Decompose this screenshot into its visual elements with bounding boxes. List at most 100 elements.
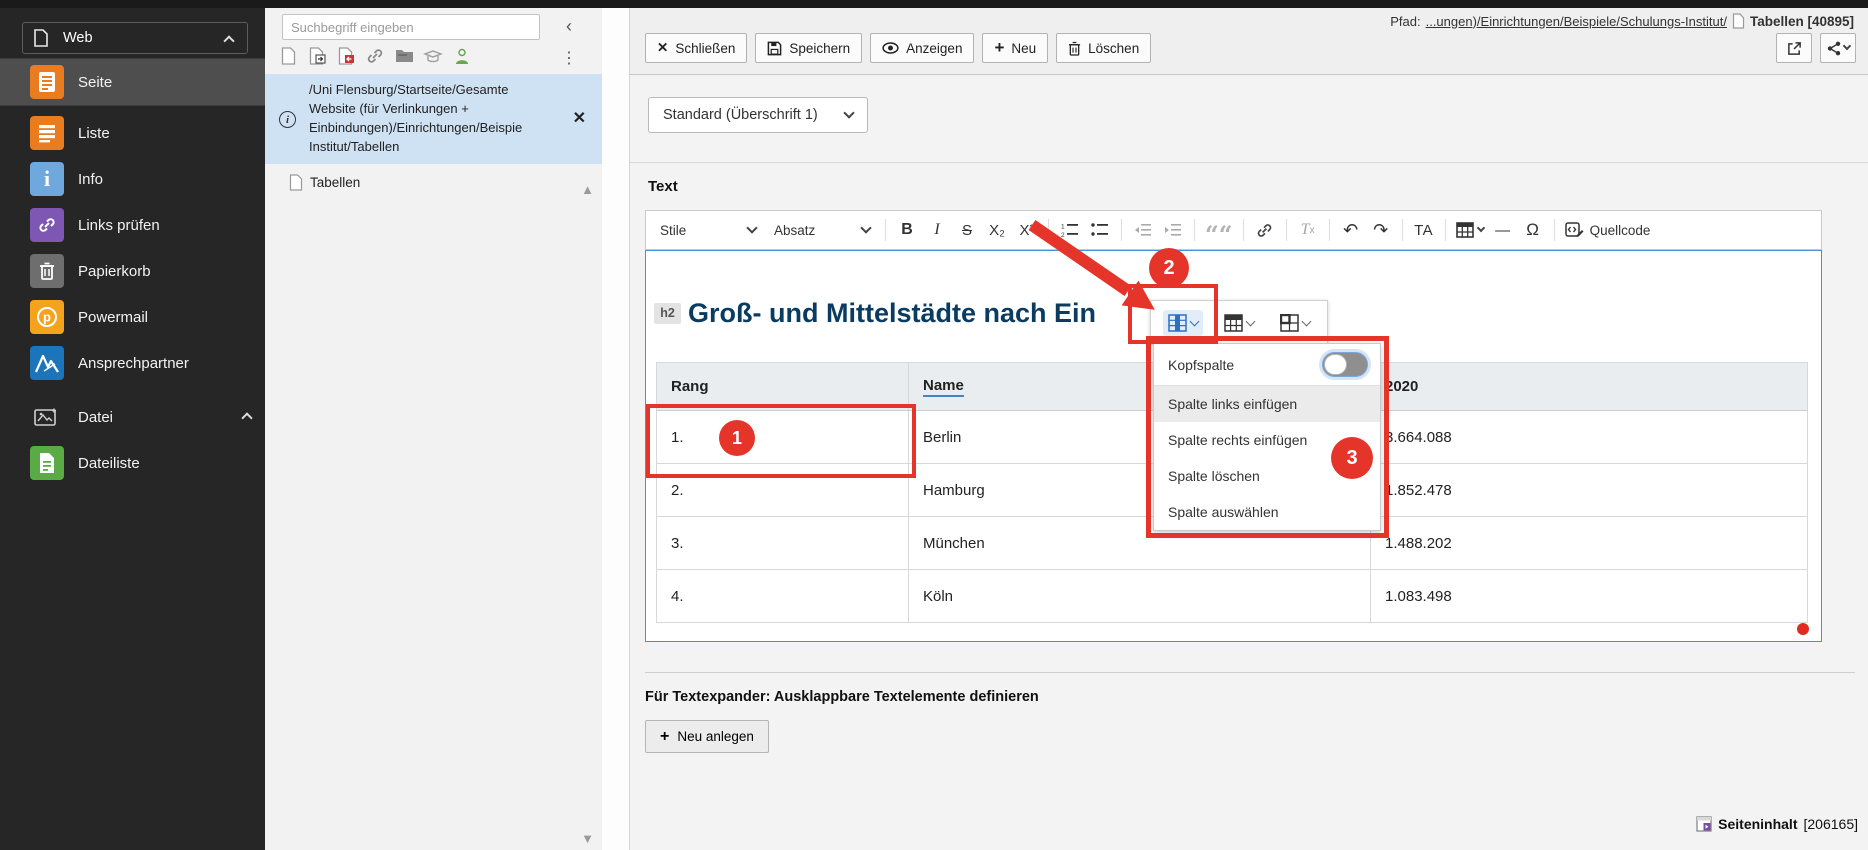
share-button[interactable] xyxy=(1820,33,1856,63)
menu-item-delete-column[interactable]: Spalte löschen xyxy=(1154,458,1380,494)
panel-splitter[interactable] xyxy=(602,8,630,850)
special-char-button[interactable]: Ω xyxy=(1519,216,1547,244)
section-divider xyxy=(645,672,1855,673)
page-tree-panel: ‹ ⋮ i xyxy=(265,8,602,850)
new-page-icon[interactable] xyxy=(278,46,298,66)
sidebar-item-links-pruefen[interactable]: Links prüfen xyxy=(0,202,265,248)
search-input[interactable] xyxy=(282,14,540,40)
sidebar-item-powermail[interactable]: p Powermail xyxy=(0,294,265,340)
filelist-module-icon xyxy=(30,446,64,480)
italic-button[interactable]: I xyxy=(923,216,951,244)
redo-button[interactable]: ↷ xyxy=(1367,216,1395,244)
header-column-toggle[interactable] xyxy=(1322,352,1368,377)
menu-item-select-column[interactable]: Spalte auswählen xyxy=(1154,494,1380,530)
indent-button[interactable] xyxy=(1129,216,1157,244)
sidebar-item-papierkorb[interactable]: Papierkorb xyxy=(0,248,265,294)
tree-more-button[interactable]: ⋮ xyxy=(557,46,581,70)
outdent-button[interactable] xyxy=(1159,216,1187,244)
create-new-button[interactable]: + Neu anlegen xyxy=(645,720,769,753)
close-button[interactable]: ✕ Schließen xyxy=(645,33,747,63)
source-code-button[interactable]: Quellcode xyxy=(1562,216,1654,244)
scroll-down-icon[interactable]: ▼ xyxy=(581,831,594,846)
paragraph-format-select[interactable]: Absatz xyxy=(766,216,878,244)
section-divider xyxy=(630,162,1868,163)
sidebar-item-seite[interactable]: Seite xyxy=(0,58,265,106)
cell-rank[interactable]: 1. xyxy=(657,411,909,464)
new-button[interactable]: + Neu xyxy=(982,33,1048,63)
link-icon[interactable] xyxy=(365,46,385,66)
cell-city[interactable]: Köln xyxy=(909,570,1371,623)
sidebar-item-dateiliste[interactable]: Dateiliste xyxy=(0,440,265,486)
view-button[interactable]: Anzeigen xyxy=(870,33,974,63)
chevron-up-icon xyxy=(223,35,234,46)
new-link-page-icon[interactable] xyxy=(336,46,356,66)
sidebar-item-liste[interactable]: Liste xyxy=(0,110,265,156)
subscript-button[interactable]: X₂ xyxy=(983,216,1011,244)
sidebar-item-ansprechpartner[interactable]: Ansprechpartner xyxy=(0,340,265,386)
content-heading[interactable]: Groß- und Mittelstädte nach Ein xyxy=(688,298,1152,329)
strikethrough-button[interactable]: S xyxy=(953,216,981,244)
new-shortcut-page-icon[interactable] xyxy=(307,46,327,66)
sidebar-item-label: Links prüfen xyxy=(78,217,160,234)
column-header-rang[interactable]: Rang xyxy=(657,363,909,411)
sidebar-group-datei[interactable]: Datei xyxy=(0,398,265,436)
column-menu-button[interactable] xyxy=(1163,310,1203,336)
horizontal-line-button[interactable]: — xyxy=(1489,216,1517,244)
column-header-2020[interactable]: 2020 xyxy=(1371,363,1808,411)
mountpoint-icon[interactable] xyxy=(423,46,443,66)
scroll-up-icon[interactable]: ▲ xyxy=(581,182,594,197)
undo-button[interactable]: ↶ xyxy=(1337,216,1365,244)
cell-population[interactable]: 1.083.498 xyxy=(1371,570,1808,623)
cell-menu-button[interactable] xyxy=(1275,310,1315,336)
sidebar-item-label: Ansprechpartner xyxy=(78,355,189,372)
bold-button[interactable]: B xyxy=(893,216,921,244)
bullet-list-button[interactable] xyxy=(1086,216,1114,244)
path-link[interactable]: ...ungen)/Einrichtungen/Beispiele/Schulu… xyxy=(1426,14,1727,29)
link-button[interactable] xyxy=(1251,216,1279,244)
chevron-down-icon xyxy=(746,222,757,233)
user-icon[interactable] xyxy=(452,46,472,66)
sidebar-group-web[interactable]: Web xyxy=(22,22,248,54)
cell-rank[interactable]: 4. xyxy=(657,570,909,623)
close-icon[interactable]: ✕ xyxy=(573,108,586,128)
close-icon: ✕ xyxy=(657,40,668,56)
chevron-down-icon xyxy=(1476,224,1484,232)
list-module-icon xyxy=(30,116,64,150)
menu-item-insert-column-left[interactable]: Spalte links einfügen xyxy=(1154,386,1380,422)
superscript-button[interactable]: X² xyxy=(1013,216,1041,244)
header-column-row: Kopfspalte xyxy=(1154,344,1380,386)
column-dropdown-menu: Kopfspalte Spalte links einfügen Spalte … xyxy=(1153,343,1381,531)
sidebar-item-info[interactable]: i Info xyxy=(0,156,265,202)
language-button[interactable]: TA xyxy=(1410,216,1438,244)
content-type-select[interactable]: Standard (Überschrift 1) xyxy=(648,97,868,133)
menu-item-insert-column-right[interactable]: Spalte rechts einfügen xyxy=(1154,422,1380,458)
cell-rank[interactable]: 2. xyxy=(657,464,909,517)
link-check-module-icon xyxy=(30,208,64,242)
cell-rank[interactable]: 3. xyxy=(657,517,909,570)
ordered-list-button[interactable]: 12 xyxy=(1056,216,1084,244)
table-balloon-toolbar xyxy=(1150,300,1328,345)
table-resize-handle[interactable] xyxy=(1797,623,1809,635)
cell-population[interactable]: 3.664.088 xyxy=(1371,411,1808,464)
cell-population[interactable]: 1.488.202 xyxy=(1371,517,1808,570)
new-page-toolbar xyxy=(278,46,472,66)
path-label: Pfad: xyxy=(1390,14,1420,29)
sidebar-item-label: Powermail xyxy=(78,309,148,326)
blockquote-button[interactable]: ““ xyxy=(1202,216,1236,244)
remove-format-button[interactable]: Tx xyxy=(1294,216,1322,244)
folder-icon[interactable] xyxy=(394,46,414,66)
open-in-new-window-button[interactable] xyxy=(1776,33,1812,63)
insert-table-button[interactable] xyxy=(1453,216,1487,244)
styles-select[interactable]: Stile xyxy=(652,216,764,244)
page-icon xyxy=(33,29,49,47)
page-icon xyxy=(1732,13,1745,29)
save-button[interactable]: Speichern xyxy=(755,33,862,63)
plus-icon: + xyxy=(994,38,1004,58)
row-menu-button[interactable] xyxy=(1219,310,1259,336)
tree-node-tabellen[interactable]: Tabellen xyxy=(289,174,360,191)
delete-button[interactable]: Löschen xyxy=(1056,33,1151,63)
cell-population[interactable]: 1.852.478 xyxy=(1371,464,1808,517)
record-type-label: Seiteninhalt xyxy=(1718,816,1797,832)
chevron-down-icon xyxy=(1842,42,1850,50)
collapse-tree-button[interactable]: ‹ xyxy=(557,14,581,38)
